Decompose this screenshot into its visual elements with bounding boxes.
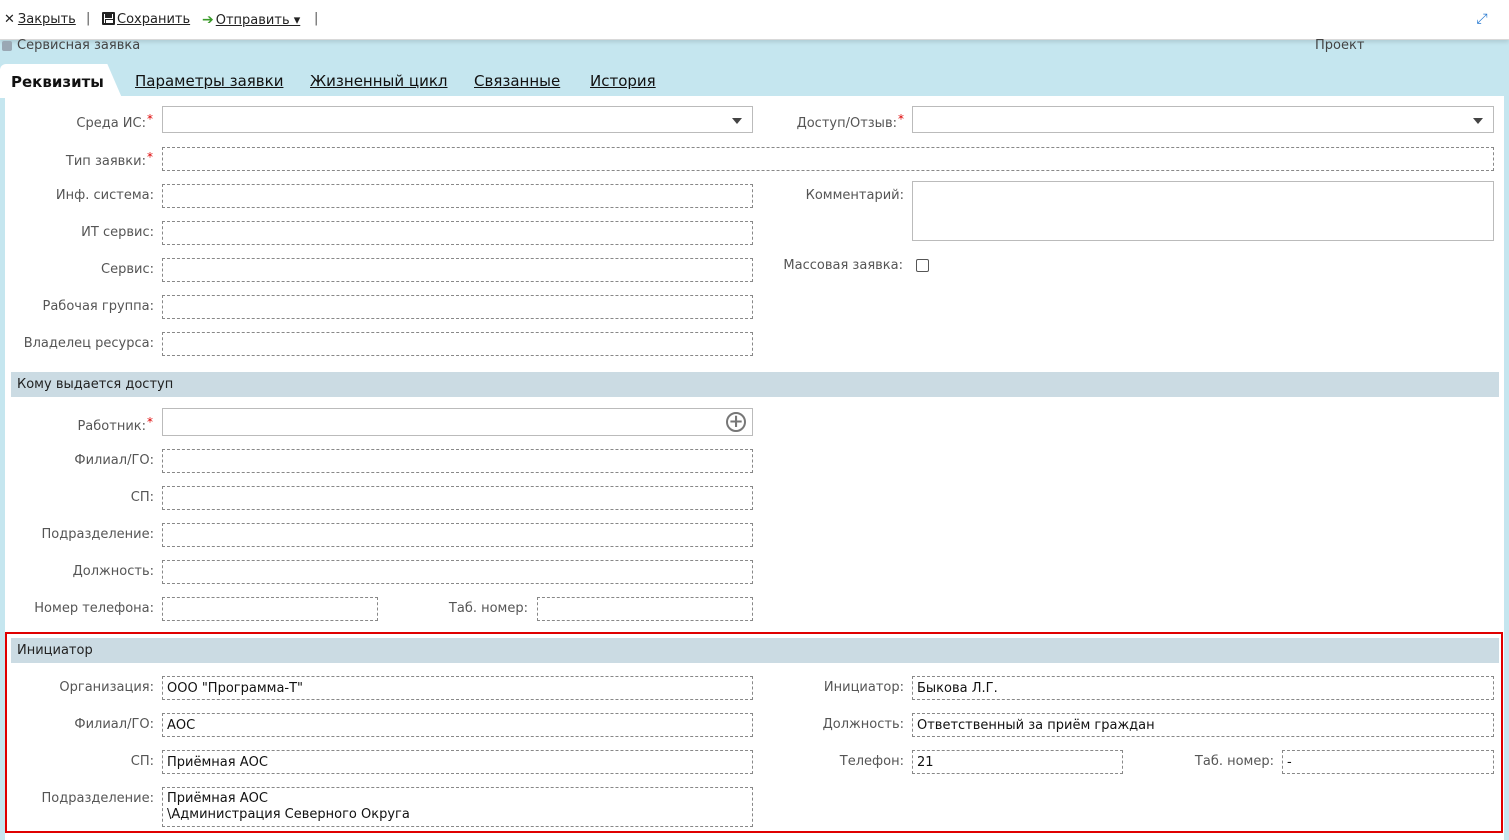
access-phone-field[interactable] [162, 597, 378, 621]
floppy-icon [102, 12, 115, 25]
env-label: Среда ИС:* [76, 112, 153, 131]
toolbar-separator: | [86, 11, 91, 26]
document-header: Сервисная заявка Проект [0, 38, 1509, 56]
send-button[interactable]: ➔ Отправить ▾ [202, 12, 300, 28]
access-department-label: Подразделение: [41, 527, 154, 542]
service-label: Сервис: [101, 262, 154, 277]
save-button[interactable]: Сохранить [102, 12, 190, 27]
tab-related[interactable]: Связанные [474, 72, 560, 90]
add-icon[interactable]: + [726, 412, 746, 432]
document-status: Проект [1315, 38, 1365, 53]
tab-lifecycle[interactable]: Жизненный цикл [310, 72, 448, 90]
chevron-down-icon [1473, 118, 1483, 124]
tab-request-params[interactable]: Параметры заявки [135, 72, 283, 90]
worker-field[interactable]: + [162, 408, 753, 436]
document-icon [2, 41, 12, 51]
resource-owner-field[interactable] [162, 332, 753, 356]
access-sp-label: СП: [130, 490, 154, 505]
access-position-field[interactable] [162, 560, 753, 584]
access-position-label: Должность: [72, 564, 154, 579]
comment-textarea[interactable] [912, 181, 1494, 241]
toolbar-separator: | [314, 11, 319, 26]
access-department-field[interactable] [162, 523, 753, 547]
worker-label: Работник:* [77, 415, 153, 434]
access-to-section-header: Кому выдается доступ [11, 372, 1499, 397]
chevron-down-icon [732, 118, 742, 124]
env-select[interactable] [162, 106, 753, 133]
type-field[interactable] [162, 147, 1494, 171]
work-group-field[interactable] [162, 295, 753, 319]
toolbar: ✕ Закрыть | Сохранить ➔ Отправить ▾ | ⤢ [0, 0, 1509, 40]
access-phone-label: Номер телефона: [34, 601, 154, 616]
type-label: Тип заявки:* [65, 150, 153, 169]
resource-owner-label: Владелец ресурса: [23, 336, 154, 351]
send-arrow-icon: ➔ [202, 12, 214, 28]
service-field[interactable] [162, 258, 753, 282]
access-select[interactable] [912, 106, 1494, 133]
access-branch-field[interactable] [162, 449, 753, 473]
comment-label: Комментарий: [805, 188, 904, 203]
close-icon: ✕ [4, 12, 15, 27]
mass-checkbox[interactable] [916, 259, 929, 272]
it-service-label: ИТ сервис: [81, 225, 154, 240]
it-service-field[interactable] [162, 221, 753, 245]
access-sp-field[interactable] [162, 486, 753, 510]
access-label: Доступ/Отзыв:* [796, 112, 904, 131]
initiator-highlight-frame [5, 632, 1503, 833]
close-button[interactable]: ✕ Закрыть [4, 12, 76, 27]
expand-icon[interactable]: ⤢ [1475, 12, 1489, 26]
tab-history[interactable]: История [590, 72, 656, 90]
document-title: Сервисная заявка [17, 38, 141, 53]
access-tab-label: Таб. номер: [448, 601, 528, 616]
inf-system-field[interactable] [162, 184, 753, 208]
inf-system-label: Инф. система: [55, 188, 154, 203]
work-group-label: Рабочая группа: [42, 299, 155, 314]
tab-requisites[interactable]: Реквизиты [0, 64, 122, 98]
access-branch-label: Филиал/ГО: [74, 453, 154, 468]
access-tab-field[interactable] [537, 597, 753, 621]
tab-bar: Реквизиты Параметры заявки Жизненный цик… [0, 62, 1509, 98]
mass-label: Массовая заявка: [783, 258, 903, 273]
